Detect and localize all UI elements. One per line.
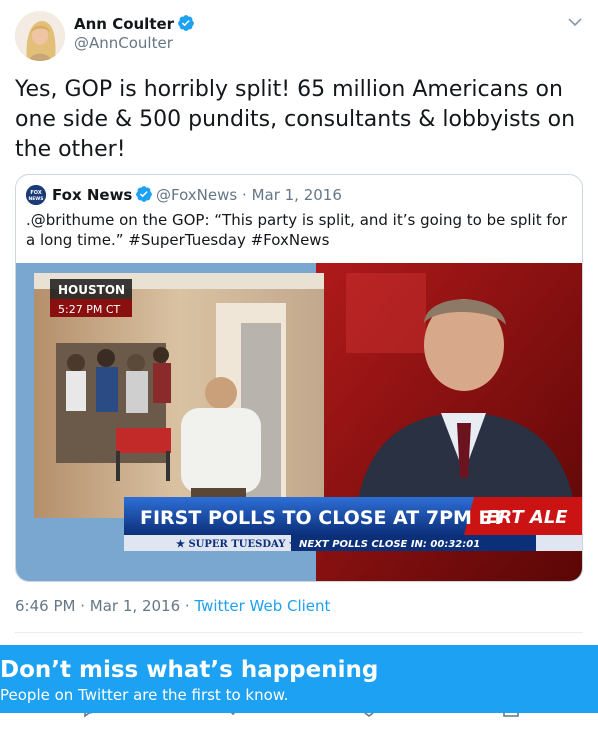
media-ticker-right: NEXT POLLS CLOSE IN: 00:32:01 bbox=[299, 539, 480, 550]
author-name-text[interactable]: Ann Coulter bbox=[74, 15, 174, 33]
tweet-time[interactable]: 6:46 PM bbox=[15, 597, 75, 615]
media-headline: FIRST POLLS TO CLOSE AT 7PM ET bbox=[140, 507, 505, 529]
tweet-source-link[interactable]: Twitter Web Client bbox=[194, 597, 330, 615]
quoted-author-name: Fox News bbox=[52, 185, 153, 204]
quoted-text: .@brithume on the GOP: “This party is sp… bbox=[26, 211, 568, 249]
svg-text:NEWS: NEWS bbox=[28, 196, 43, 202]
verified-badge-icon bbox=[136, 186, 153, 202]
media-location: HOUSTON bbox=[58, 283, 125, 297]
quoted-media-image[interactable]: HOUSTON 5:27 PM CT FIRST POLLS TO CLOSE … bbox=[16, 263, 582, 581]
author-avatar[interactable] bbox=[15, 11, 65, 61]
signup-banner[interactable]: Don’t miss what’s happening People on Tw… bbox=[0, 645, 598, 713]
chevron-down-icon[interactable] bbox=[566, 15, 584, 29]
quoted-date: Mar 1, 2016 bbox=[251, 186, 342, 204]
divider bbox=[15, 632, 583, 633]
banner-subtitle: People on Twitter are the first to know. bbox=[0, 686, 289, 704]
tweet-text: Yes, GOP is horribly split! 65 million A… bbox=[15, 77, 576, 162]
banner-title: Don’t miss what’s happening bbox=[0, 657, 379, 683]
tweet-date[interactable]: Mar 1, 2016 bbox=[90, 597, 180, 615]
quoted-author-avatar: FOX NEWS bbox=[26, 185, 46, 205]
tweet: Ann Coulter @AnnCoulter Yes, GOP is horr… bbox=[0, 0, 598, 730]
quoted-author-handle: @FoxNews bbox=[156, 186, 238, 204]
author-handle[interactable]: @AnnCoulter bbox=[74, 34, 173, 52]
media-ticker-left: ★ SUPER TUESDAY ★ bbox=[176, 539, 298, 550]
quoted-tweet[interactable]: FOX NEWS Fox News @FoxNews · Mar 1, 2016… bbox=[15, 174, 583, 582]
media-time: 5:27 PM CT bbox=[58, 303, 120, 316]
author-name[interactable]: Ann Coulter bbox=[74, 14, 195, 33]
tweet-meta: 6:46 PM · Mar 1, 2016 · Twitter Web Clie… bbox=[15, 597, 330, 615]
media-alert: ERT ALE bbox=[486, 507, 568, 528]
meta-separator: · bbox=[80, 597, 86, 615]
svg-text:FOX: FOX bbox=[30, 190, 41, 196]
meta-separator: · bbox=[184, 597, 190, 615]
verified-badge-icon bbox=[178, 15, 194, 31]
quoted-meta: @FoxNews · Mar 1, 2016 bbox=[156, 186, 342, 204]
meta-separator: · bbox=[242, 186, 247, 204]
quoted-author-name-text: Fox News bbox=[52, 186, 133, 204]
